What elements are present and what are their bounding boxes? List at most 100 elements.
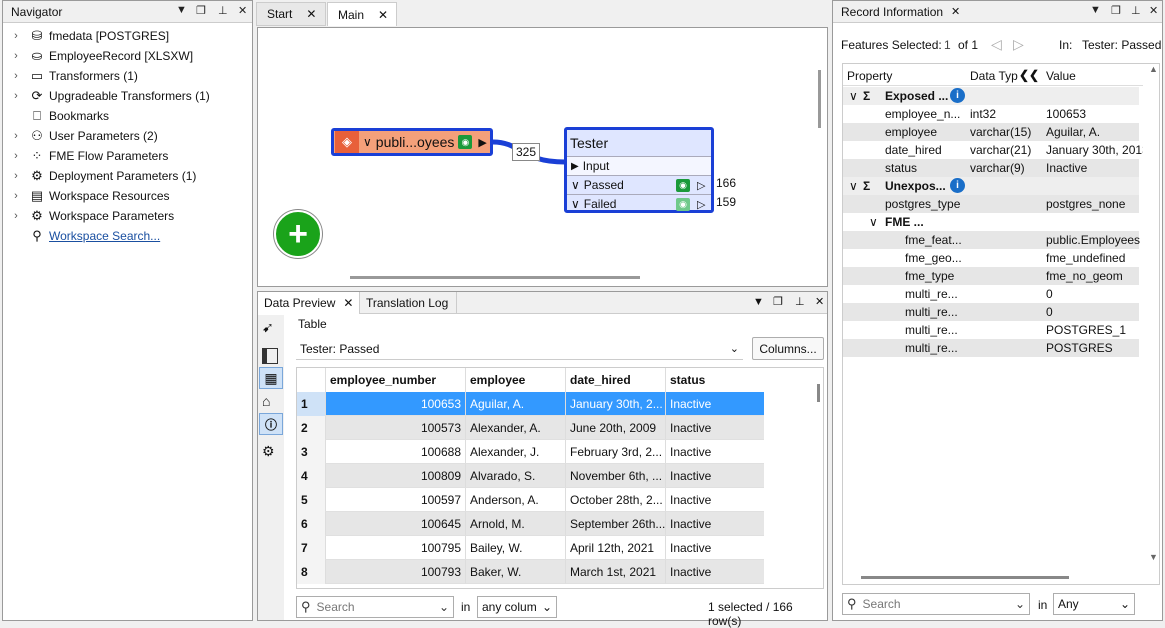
attribute-row[interactable]: multi_re... POSTGRES bbox=[843, 339, 1139, 357]
chevron-down-icon[interactable]: ∨ bbox=[849, 89, 858, 103]
close-icon[interactable]: ✕ bbox=[238, 4, 247, 17]
float-icon[interactable]: ❐ bbox=[773, 295, 783, 308]
search-input[interactable]: ⚲ Search ⌄ bbox=[296, 596, 454, 618]
inspect-eye-icon[interactable]: ◉ bbox=[458, 135, 473, 149]
close-icon[interactable]: ✕ bbox=[1149, 4, 1158, 17]
attribute-row[interactable]: employee_n... int32 100653 bbox=[843, 105, 1139, 123]
tab-start[interactable]: Start ✕ bbox=[256, 2, 326, 26]
add-transformer-button[interactable]: + bbox=[274, 210, 322, 258]
chevron-right-icon[interactable]: › bbox=[9, 130, 23, 142]
navigator-item[interactable]: › ⛁ fmedata [POSTGRES] bbox=[3, 26, 169, 46]
close-icon[interactable]: ✕ bbox=[378, 8, 388, 22]
table-row[interactable]: 4 100809 Alvarado, S. November 6th, ... Inac… bbox=[297, 464, 764, 488]
attribute-row[interactable]: status varchar(9) Inactive bbox=[843, 159, 1139, 177]
scroll-down-icon[interactable]: ▼ bbox=[1149, 552, 1158, 562]
reader-feature-type[interactable]: ◈ ∨ publi...oyees ◉ ▶ bbox=[331, 128, 493, 156]
close-icon[interactable]: ✕ bbox=[306, 7, 316, 21]
column-select[interactable]: any colum ⌄ bbox=[477, 596, 557, 618]
table-view-icon[interactable]: ▦ bbox=[259, 367, 283, 389]
chevron-down-icon[interactable]: ∨ bbox=[363, 135, 372, 149]
select-cursor-icon[interactable]: ➹ bbox=[262, 319, 280, 337]
close-icon[interactable]: ✕ bbox=[951, 5, 960, 18]
close-icon[interactable]: ✕ bbox=[815, 295, 824, 308]
previous-feature-icon[interactable]: ◁ bbox=[991, 36, 1002, 53]
output-port-icon[interactable]: ▷ bbox=[697, 198, 705, 211]
navigator-item[interactable]: ⎕ Bookmarks bbox=[3, 106, 109, 126]
feature-info-icon[interactable]: ⌂ bbox=[262, 393, 270, 409]
table-row[interactable]: 2 100573 Alexander, A. June 20th, 2009 Inact… bbox=[297, 416, 764, 440]
canvas-horizontal-scrollbar[interactable] bbox=[350, 276, 640, 279]
record-horizontal-scrollbar[interactable] bbox=[861, 576, 1069, 579]
column-header[interactable]: status bbox=[665, 368, 764, 392]
navigator-item[interactable]: › ▤ Workspace Resources bbox=[3, 186, 169, 206]
chevron-right-icon[interactable]: › bbox=[9, 30, 23, 42]
attribute-row[interactable]: fme_type fme_no_geom bbox=[843, 267, 1139, 285]
attribute-subgroup[interactable]: ∨ FME ... bbox=[843, 213, 1139, 231]
tab-translation-log[interactable]: Translation Log bbox=[358, 292, 458, 314]
chevron-right-icon[interactable]: › bbox=[9, 190, 23, 202]
close-icon[interactable]: ✕ bbox=[343, 296, 353, 310]
pin-icon[interactable]: ⊥ bbox=[795, 295, 805, 308]
navigator-item[interactable]: › ⚙ Deployment Parameters (1) bbox=[3, 166, 196, 186]
dropdown-icon[interactable]: ▼ bbox=[1090, 4, 1101, 16]
navigator-item[interactable]: › ⚙ Workspace Parameters bbox=[3, 206, 174, 226]
layout-icon[interactable] bbox=[262, 348, 278, 364]
pin-icon[interactable]: ⊥ bbox=[1131, 4, 1141, 17]
tab-data-preview[interactable]: Data Preview ✕ bbox=[258, 292, 361, 314]
chevron-down-icon[interactable]: ∨ bbox=[869, 215, 878, 229]
attribute-group[interactable]: ∨ Σ Unexpos... i bbox=[843, 177, 1139, 195]
tester-transformer[interactable]: Tester ▶ Input ∨ Passed ◉ ▷ ∨ Failed ◉ ▷ bbox=[564, 127, 714, 213]
navigator-item[interactable]: › ⁘ FME Flow Parameters bbox=[3, 146, 168, 166]
chevron-down-icon[interactable]: ∨ bbox=[849, 179, 858, 193]
navigator-item[interactable]: › ⟳ Upgradeable Transformers (1) bbox=[3, 86, 210, 106]
chevron-right-icon[interactable]: › bbox=[9, 70, 23, 82]
chevron-right-icon[interactable]: › bbox=[9, 170, 23, 182]
table-row[interactable]: 7 100795 Bailey, W. April 12th, 2021 Inactiv… bbox=[297, 536, 764, 560]
passed-port[interactable]: ∨ Passed ◉ ▷ bbox=[567, 175, 711, 194]
attribute-row[interactable]: fme_feat... public.Employees bbox=[843, 231, 1140, 249]
chevron-right-icon[interactable]: › bbox=[9, 50, 23, 62]
navigator-item[interactable]: › ⚇ User Parameters (2) bbox=[3, 126, 158, 146]
info-icon[interactable]: i bbox=[950, 88, 965, 103]
columns-button[interactable]: Columns... bbox=[752, 337, 824, 360]
column-header[interactable]: employee bbox=[465, 368, 565, 392]
attribute-filter-select[interactable]: Any ⌄ bbox=[1053, 593, 1135, 615]
attribute-row[interactable]: multi_re... 0 bbox=[843, 303, 1139, 321]
attribute-row[interactable]: fme_geo... fme_undefined bbox=[843, 249, 1139, 267]
attribute-row[interactable]: employee varchar(15) Aguilar, A. bbox=[843, 123, 1139, 141]
settings-icon[interactable]: ⚙ bbox=[262, 443, 275, 460]
attribute-row[interactable]: multi_re... 0 bbox=[843, 285, 1139, 303]
tab-main[interactable]: Main ✕ bbox=[327, 2, 397, 26]
navigator-item[interactable]: ⚲ Workspace Search... bbox=[3, 226, 160, 246]
collapse-icon[interactable]: ❮❮ bbox=[1019, 68, 1039, 82]
input-port[interactable]: ▶ Input bbox=[567, 156, 711, 175]
dropdown-icon[interactable]: ▼ bbox=[176, 4, 187, 16]
dropdown-icon[interactable]: ▼ bbox=[753, 296, 764, 308]
table-row[interactable]: 8 100793 Baker, W. March 1st, 2021 Inactive bbox=[297, 560, 764, 584]
table-row[interactable]: 5 100597 Anderson, A. October 28th, 2... Ina… bbox=[297, 488, 764, 512]
attribute-group[interactable]: ∨ Σ Exposed ... i bbox=[843, 87, 1139, 105]
canvas-vertical-scrollbar[interactable] bbox=[818, 70, 821, 128]
failed-port[interactable]: ∨ Failed ◉ ▷ bbox=[567, 194, 711, 213]
record-vertical-scrollbar[interactable]: ▲ ▼ bbox=[1147, 64, 1159, 564]
table-vertical-scrollbar[interactable] bbox=[817, 384, 820, 402]
scroll-up-icon[interactable]: ▲ bbox=[1149, 64, 1158, 74]
output-port-icon[interactable]: ▶ bbox=[478, 136, 486, 149]
record-search-input[interactable]: ⚲ Search ⌄ bbox=[842, 593, 1030, 615]
float-icon[interactable]: ❐ bbox=[1111, 4, 1121, 17]
chevron-right-icon[interactable]: › bbox=[9, 90, 23, 102]
attribute-row[interactable]: multi_re... POSTGRES_1 bbox=[843, 321, 1139, 339]
pin-icon[interactable]: ⊥ bbox=[218, 4, 228, 17]
chevron-right-icon[interactable]: › bbox=[9, 150, 23, 162]
output-port-icon[interactable]: ▷ bbox=[697, 179, 705, 192]
record-info-icon[interactable]: ⓘ bbox=[259, 413, 283, 435]
column-header[interactable]: date_hired bbox=[565, 368, 665, 392]
attribute-row[interactable]: date_hired varchar(21) January 30th, 2013 bbox=[843, 141, 1143, 159]
table-select[interactable]: Tester: Passed ⌄ bbox=[296, 338, 743, 360]
table-row[interactable]: 6 100645 Arnold, M. September 26th... Inacti… bbox=[297, 512, 764, 536]
info-icon[interactable]: i bbox=[950, 178, 965, 193]
navigator-item[interactable]: › ▭ Transformers (1) bbox=[3, 66, 138, 86]
navigator-item[interactable]: › ⛀ EmployeeRecord [XLSXW] bbox=[3, 46, 193, 66]
chevron-right-icon[interactable]: › bbox=[9, 210, 23, 222]
attribute-row[interactable]: postgres_type postgres_none bbox=[843, 195, 1139, 213]
